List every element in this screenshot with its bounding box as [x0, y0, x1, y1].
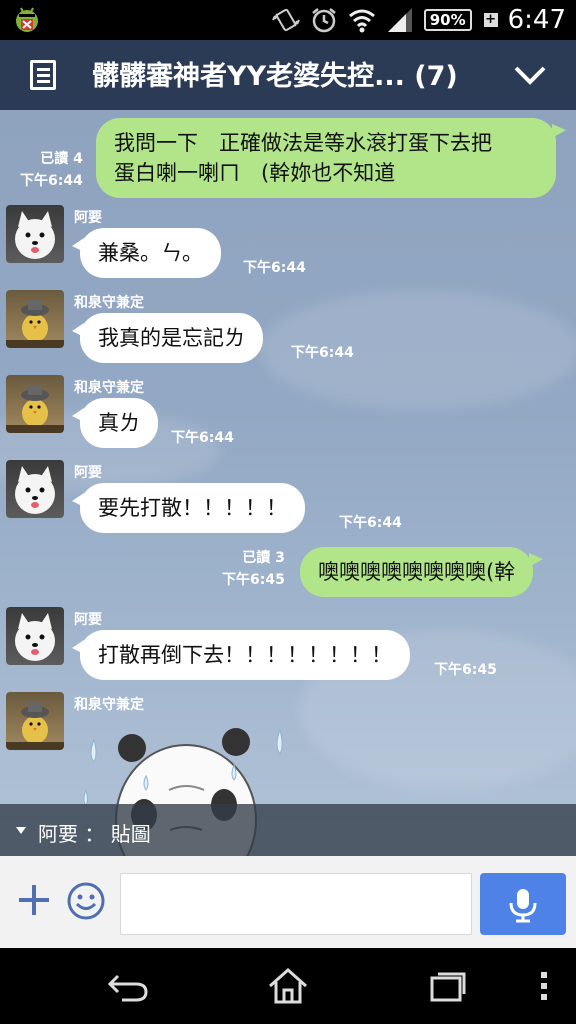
android-debug-icon	[16, 7, 38, 32]
banner-text: 阿要 ： 貼圖	[38, 822, 151, 846]
message-text: 打散再倒下去！！！！！！！！	[98, 643, 392, 667]
avatar[interactable]	[6, 460, 64, 518]
message-text: 我問一下 正確做法是等水滾打蛋下去把	[114, 131, 492, 155]
sender-name: 和泉守兼定	[74, 380, 144, 396]
message-text: 真ㄌ	[98, 411, 140, 435]
chick-avatar-image	[6, 385, 64, 433]
message-bubble-theirs[interactable]: 要先打散！！！！！	[72, 483, 305, 533]
battery-indicator: 90%	[423, 9, 472, 31]
avatar[interactable]	[6, 205, 64, 263]
caret-down-icon	[16, 827, 26, 834]
message-text: 兼桑。ㄣ。	[98, 241, 203, 265]
chevron-down-icon[interactable]	[512, 60, 548, 90]
last-message-banner[interactable]: 阿要 ： 貼圖	[0, 804, 576, 856]
system-nav-bar	[0, 948, 576, 1024]
status-clock: 6:47	[507, 5, 566, 35]
sender-name: 和泉守兼定	[74, 295, 144, 311]
battery-level: 90%	[429, 11, 466, 29]
avatar[interactable]	[6, 607, 64, 665]
message-input[interactable]	[120, 873, 472, 935]
message-text: 我真的是忘記ㄌ	[98, 326, 245, 350]
dog-avatar-image	[15, 211, 55, 259]
smiley-icon[interactable]	[66, 881, 106, 921]
read-receipt: 已讀 3 下午6:45	[222, 550, 285, 588]
message-text: 噢噢噢噢噢噢噢噢(幹	[318, 560, 516, 584]
wifi-icon	[348, 9, 375, 33]
status-bar: 90% + 6:47	[0, 0, 576, 40]
message-time: 下午6:44	[243, 260, 306, 276]
message-text: 蛋白喇一喇ㄇ (幹妳也不知道	[114, 161, 396, 185]
message-time: 下午6:44	[171, 430, 234, 446]
more-vertical-icon[interactable]	[522, 966, 566, 1006]
alarm-icon	[311, 8, 336, 33]
menu-icon[interactable]	[30, 60, 56, 90]
message-time: 下午6:44	[291, 345, 354, 361]
home-icon[interactable]	[266, 966, 310, 1006]
sender-name: 阿要	[74, 465, 102, 481]
message-bubble-mine[interactable]: 噢噢噢噢噢噢噢噢(幹	[300, 547, 544, 597]
message-time: 下午6:44	[339, 515, 402, 531]
signal-icon	[387, 8, 412, 32]
avatar[interactable]	[6, 692, 64, 750]
message-bubble-mine[interactable]: 我問一下 正確做法是等水滾打蛋下去把 蛋白喇一喇ㄇ (幹妳也不知道	[96, 118, 566, 198]
chick-avatar-image	[6, 300, 64, 348]
chick-avatar-image	[6, 702, 64, 750]
plus-icon[interactable]	[16, 882, 52, 918]
chat-header: 髒髒審神者YY老婆失控... (7)	[0, 40, 576, 110]
message-bubble-theirs[interactable]: 兼桑。ㄣ。	[72, 228, 221, 278]
avatar[interactable]	[6, 375, 64, 433]
back-icon[interactable]	[106, 966, 150, 1006]
message-bubble-theirs[interactable]: 打散再倒下去！！！！！！！！	[72, 630, 410, 680]
avatar[interactable]	[6, 290, 64, 348]
chat-title[interactable]: 髒髒審神者YY老婆失控... (7)	[92, 54, 512, 93]
vibrate-icon	[271, 8, 300, 32]
message-time: 下午6:45	[434, 662, 497, 678]
mic-icon	[509, 889, 537, 923]
voice-button[interactable]	[480, 873, 566, 935]
sender-name: 阿要	[74, 612, 102, 628]
chat-area[interactable]: 已讀 4 下午6:44 我問一下 正確做法是等水滾打蛋下去把 蛋白喇一喇ㄇ (幹…	[0, 110, 576, 856]
sender-name: 和泉守兼定	[74, 697, 144, 713]
recents-icon[interactable]	[426, 966, 470, 1006]
dog-avatar-image	[15, 613, 55, 661]
charging-icon: +	[483, 12, 498, 27]
sender-name: 阿要	[74, 210, 102, 226]
message-bubble-theirs[interactable]: 真ㄌ	[72, 398, 158, 448]
message-bubble-theirs[interactable]: 我真的是忘記ㄌ	[72, 313, 263, 363]
message-text: 要先打散！！！！！	[98, 496, 287, 520]
input-bar	[0, 856, 576, 948]
read-receipt: 已讀 4 下午6:44	[20, 151, 83, 189]
dog-avatar-image	[15, 466, 55, 514]
